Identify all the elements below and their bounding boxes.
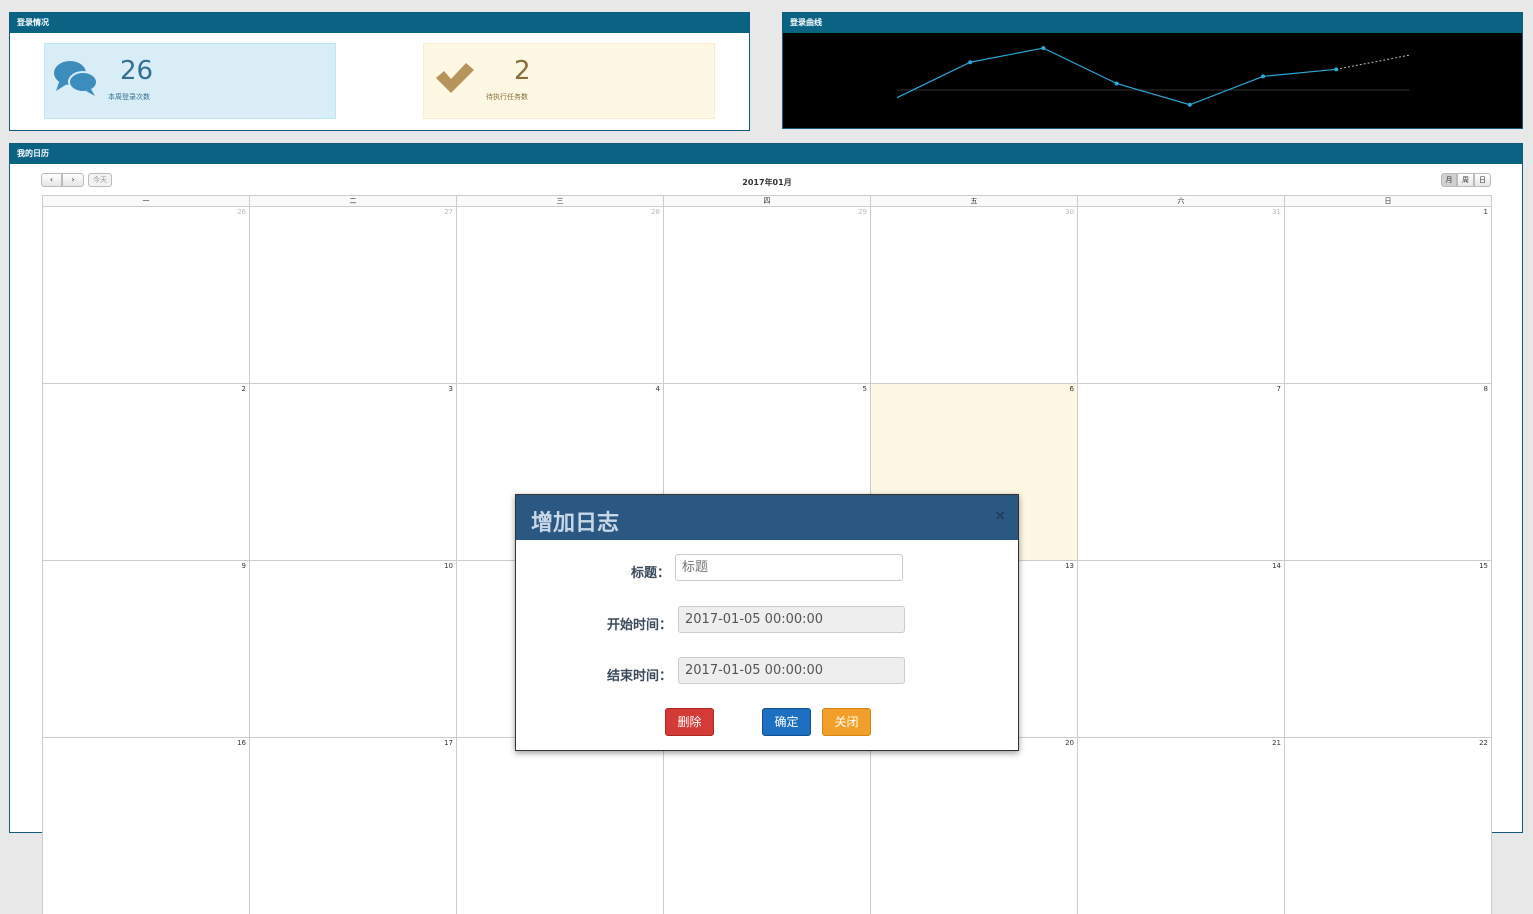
day-number: 20 <box>1065 739 1074 747</box>
title-label: 标题： <box>630 566 670 581</box>
month-view-button[interactable]: 月 <box>1441 173 1457 187</box>
end-time-label: 结束时间： <box>606 669 672 684</box>
task-count-label: 待执行任务数 <box>486 93 528 101</box>
login-curve-svg <box>896 46 1410 107</box>
calendar-week-row: 26 27 28 29 30 31 1 <box>42 206 1492 383</box>
task-count-card: 2 待执行任务数 <box>423 43 715 119</box>
calendar-day-cell[interactable]: 3 <box>249 383 456 560</box>
login-count-card: 26 本周登录次数 <box>44 43 336 119</box>
calendar-day-cell[interactable]: 28 <box>456 206 663 383</box>
add-log-dialog: 增加日志 × 标题： 开始时间： 结束时间： 删除 确定 关闭 <box>515 494 1019 751</box>
day-number: 22 <box>1479 739 1488 747</box>
day-number: 15 <box>1479 562 1488 570</box>
calendar-day-cell[interactable]: 15 <box>1284 560 1492 737</box>
calendar-day-cell[interactable]: 26 <box>42 206 249 383</box>
day-number: 6 <box>1069 385 1074 393</box>
login-data-point[interactable] <box>1114 81 1119 86</box>
dialog-title: 增加日志 <box>531 511 620 536</box>
day-number: 16 <box>237 739 246 747</box>
close-button[interactable]: 关闭 <box>822 708 871 736</box>
task-count-value: 2 <box>514 56 531 86</box>
login-series-line <box>896 47 1337 106</box>
login-data-point[interactable] <box>1334 67 1339 72</box>
weekday-label: 五 <box>870 196 1077 206</box>
calendar-week-row: 16 171819 20 21 22 <box>42 737 1492 914</box>
calendar-day-cell[interactable]: 27 <box>249 206 456 383</box>
weekday-label: 二 <box>249 196 456 206</box>
day-number: 1 <box>1483 208 1488 216</box>
day-number: 9 <box>241 562 246 570</box>
week-view-button[interactable]: 周 <box>1457 173 1474 187</box>
calendar-day-cell[interactable]: 22 <box>1284 737 1492 914</box>
calendar-day-cell[interactable]: 1 <box>1284 206 1492 383</box>
calendar-day-cell[interactable]: 29 <box>663 206 870 383</box>
day-number: 26 <box>237 208 246 216</box>
calendar-day-cell[interactable]: 14 <box>1077 560 1284 737</box>
calendar-day-cell[interactable]: 31 <box>1077 206 1284 383</box>
calendar-month-title: 2017年01月 <box>742 178 792 187</box>
end-time-row: 结束时间： <box>516 657 1020 685</box>
calendar-day-cell[interactable]: 7 <box>1077 383 1284 560</box>
dialog-header: 增加日志 × <box>516 495 1018 540</box>
login-curve-panel: 登录曲线 <box>782 12 1523 129</box>
start-time-row: 开始时间： <box>516 606 1020 634</box>
login-panel-title: 登录情况 <box>10 13 749 33</box>
day-number: 4 <box>655 385 660 393</box>
day-number: 10 <box>444 562 453 570</box>
calendar-day-cell[interactable]: 2 <box>42 383 249 560</box>
close-icon[interactable]: × <box>994 508 1006 524</box>
day-number: 3 <box>448 385 453 393</box>
calendar-day-cell[interactable]: 21 <box>1077 737 1284 914</box>
login-panel: 登录情况 26 本周登录次数 2 待执行任务数 <box>9 12 750 131</box>
calendar-day-cell[interactable]: 20 <box>870 737 1077 914</box>
calendar-day-cell[interactable]: 17 <box>249 737 456 914</box>
day-number: 31 <box>1272 208 1281 216</box>
login-curve-title: 登录曲线 <box>783 13 1522 33</box>
calendar-day-cell[interactable]: 19 <box>663 737 870 914</box>
login-data-point[interactable] <box>1261 74 1265 79</box>
day-view-button[interactable]: 日 <box>1474 173 1491 187</box>
day-number: 30 <box>1065 208 1074 216</box>
day-number: 7 <box>1276 385 1281 393</box>
calendar-day-cell[interactable]: 16 <box>42 737 249 914</box>
title-row: 标题： <box>516 554 1020 582</box>
login-data-point[interactable] <box>1041 46 1046 51</box>
weekday-header: 一 二 三 四 五 六 日 <box>42 195 1492 206</box>
day-number: 17 <box>444 739 453 747</box>
day-number: 28 <box>651 208 660 216</box>
login-data-point[interactable] <box>1187 102 1192 107</box>
day-number: 8 <box>1483 385 1488 393</box>
day-number: 21 <box>1272 739 1281 747</box>
confirm-button[interactable]: 确定 <box>762 708 811 736</box>
calendar-panel-title: 我的日历 <box>10 144 1522 164</box>
calendar-day-cell[interactable]: 30 <box>870 206 1077 383</box>
day-number: 13 <box>1065 562 1074 570</box>
end-time-input[interactable] <box>678 657 905 684</box>
calendar-day-cell[interactable]: 10 <box>249 560 456 737</box>
check-icon <box>436 63 474 93</box>
weekday-label: 三 <box>456 196 663 206</box>
start-time-input[interactable] <box>678 606 905 633</box>
login-series-forecast-line <box>1336 54 1410 70</box>
weekday-label: 一 <box>42 196 249 206</box>
login-count-value: 26 <box>120 56 154 86</box>
calendar-day-cell[interactable]: 18 <box>456 737 663 914</box>
day-number: 5 <box>862 385 867 393</box>
day-number: 29 <box>858 208 867 216</box>
start-time-label: 开始时间： <box>606 618 672 633</box>
calendar-day-cell[interactable]: 9 <box>42 560 249 737</box>
day-number: 2 <box>241 385 246 393</box>
login-curve-chart <box>783 33 1522 128</box>
comments-icon <box>54 61 98 96</box>
weekday-label: 四 <box>663 196 870 206</box>
weekday-label: 日 <box>1284 196 1492 206</box>
calendar-day-cell[interactable]: 8 <box>1284 383 1492 560</box>
day-number: 14 <box>1272 562 1281 570</box>
day-number: 27 <box>444 208 453 216</box>
login-count-label: 本周登录次数 <box>108 93 150 101</box>
delete-button[interactable]: 删除 <box>665 708 714 736</box>
login-data-point[interactable] <box>968 60 973 65</box>
weekday-label: 六 <box>1077 196 1284 206</box>
title-input[interactable] <box>675 554 903 581</box>
